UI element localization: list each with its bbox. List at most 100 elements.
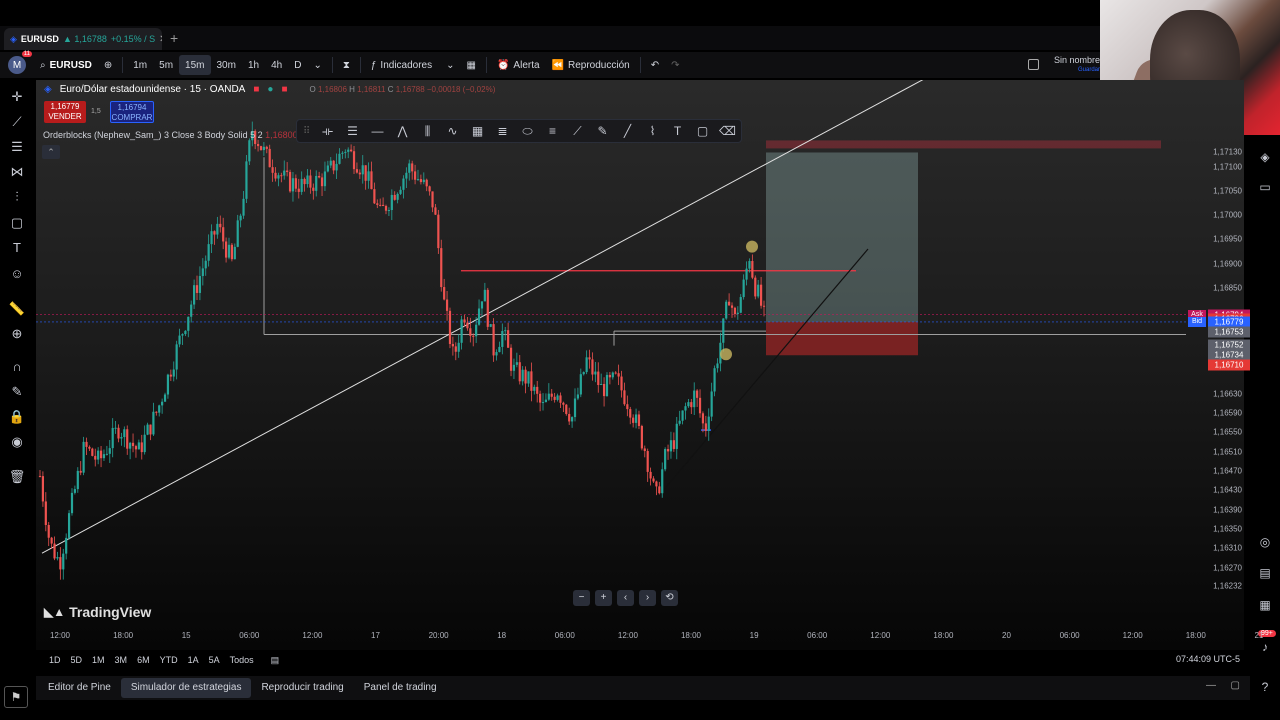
candle-body [364,165,367,181]
chart-pane[interactable] [36,80,1244,650]
new-tab-button[interactable]: + [170,30,178,46]
projection-icon[interactable]: ⫶ [8,188,26,206]
brush-icon[interactable]: ⟋ [565,121,590,141]
calendar-icon[interactable]: ▤ [1256,564,1274,582]
bottom-tab-1[interactable]: Simulador de estrategias [120,678,252,698]
grip-icon[interactable]: ⠿ [303,126,315,137]
range-1a[interactable]: 1A [183,655,204,665]
range-3m[interactable]: 3M [110,655,133,665]
interval-1h[interactable]: 1h [242,55,265,75]
range-1d[interactable]: 1D [44,655,66,665]
templates-button[interactable]: ▦ [461,55,482,75]
bottom-tab-0[interactable]: Editor de Pine [38,678,121,698]
text-icon[interactable]: T [8,239,26,257]
legend-collapse-button[interactable]: ⌃ [42,145,60,159]
line-icon[interactable]: ╱ [615,121,640,141]
clock[interactable]: 07:44:09 UTC-5 [1176,654,1240,664]
eye-icon[interactable]: ◉ [8,433,26,451]
replay-button[interactable]: ⏪ Reproducción [546,55,636,75]
bell-icon[interactable]: ♪ [1256,638,1274,656]
grid-icon[interactable]: ▦ [1256,596,1274,614]
calendar-range-icon[interactable]: ▤ [271,655,280,666]
range-1m[interactable]: 1M [87,655,110,665]
path-icon[interactable]: ⌇ [640,121,665,141]
interval-D[interactable]: D [288,55,307,75]
layout-save[interactable]: Guardar [1028,65,1100,75]
horizontal-line-icon[interactable]: — [365,121,390,141]
zigzag-icon[interactable]: ⋀ [390,121,415,141]
help-icon[interactable]: ? [1256,678,1274,696]
interval-1m[interactable]: 1m [127,55,153,75]
range-6m[interactable]: 6M [132,655,155,665]
lock-icon[interactable]: 🔒 [8,408,26,426]
object-tree-button[interactable]: ⚑ [4,686,28,708]
scroll-right-button[interactable]: › [639,590,656,606]
channel-icon[interactable]: ≣ [490,121,515,141]
indicators-button[interactable]: ƒ Indicadores ⌄ [365,55,461,75]
lock-drawing-icon[interactable]: ✎ [8,383,26,401]
redo-button[interactable]: ↷ [665,55,685,75]
avatar[interactable]: M 11 [8,51,32,74]
indicators-label: Indicadores [380,59,433,71]
rectangle-icon[interactable]: ▢ [690,121,715,141]
zoom-icon[interactable]: ⊕ [8,325,26,343]
pen-icon[interactable]: ✎ [590,121,615,141]
fib-lines-icon[interactable]: ≡ [540,121,565,141]
time-axis[interactable]: 12:00 18:00 15 06:00 12:00 17 20:00 18 06:00 12:0… [36,626,1263,648]
ellipse-icon[interactable]: ⬭ [515,121,540,141]
ruler-icon[interactable]: 📏 [8,300,26,318]
zoom-in-button[interactable]: + [595,590,612,606]
interval-15m[interactable]: 15m [179,55,211,75]
reset-chart-button[interactable]: ⟲ [661,590,678,606]
scroll-left-button[interactable]: ‹ [617,590,634,606]
tradingview-logo[interactable]: ◣▲ TradingView [44,604,151,620]
interval-30m[interactable]: 30m [211,55,242,75]
buy-button[interactable]: 1,16794 COMPRAR [110,101,154,123]
range-ytd[interactable]: YTD [155,655,183,665]
maximize-icon[interactable]: ▢ [1231,680,1240,691]
zoom-out-button[interactable]: − [573,590,590,606]
grid-tool-icon[interactable]: ▦ [465,121,490,141]
range-todos[interactable]: Todos [225,655,259,665]
range-5d[interactable]: 5D [66,655,88,665]
indicator-legend[interactable]: Orderblocks (Nephew_Sam_) 3 Close 3 Body… [43,130,298,140]
chart-type-button[interactable]: ⧗ [337,55,356,75]
horizontal-ray-icon[interactable]: ☰ [340,121,365,141]
bottom-tab-2[interactable]: Reproducir trading [251,678,353,698]
text-tool-icon[interactable]: T [665,121,690,141]
interval-dropdown[interactable]: ⌄ [307,55,327,75]
bottom-tab-3[interactable]: Panel de trading [354,678,447,698]
cross-line-icon[interactable]: ⟛ [315,121,340,141]
fib-icon[interactable]: ☰ [8,138,26,156]
target-icon[interactable]: ◎ [1256,533,1274,551]
range-5a[interactable]: 5A [204,655,225,665]
pattern-icon[interactable]: ⋈ [8,163,26,181]
legend-title[interactable]: Euro/Dólar estadounidense · 15 · OANDA [60,84,246,95]
compare-button[interactable]: ⊕ [98,55,118,75]
layers-icon[interactable]: ◈ [1256,148,1274,166]
undo-button[interactable]: ↶ [645,55,665,75]
symbol-search[interactable]: ⌕ EURUSD [34,55,98,75]
tab-close-icon[interactable]: ✕ [159,34,162,45]
candle-body [443,287,446,300]
trendline-icon[interactable]: ⟋ [8,113,26,131]
shapes-icon[interactable]: ▢ [8,214,26,232]
interval-5m[interactable]: 5m [153,55,179,75]
magnet-icon[interactable]: ∩ [8,358,26,376]
trash-icon[interactable]: 🗑 [8,468,26,486]
chart-canvas[interactable] [36,80,1244,650]
emoji-icon[interactable]: ☺ [8,265,26,283]
minimize-icon[interactable]: — [1206,680,1216,691]
layout-name[interactable]: Sin nombre Guardar [1028,55,1100,77]
interval-4h[interactable]: 4h [265,55,288,75]
time-label: 12:00 [49,631,71,640]
eraser-icon[interactable]: ⌫ [715,121,740,141]
crosshair-icon[interactable]: ✛ [8,88,26,106]
sell-button[interactable]: 1,16779 VENDER [44,101,86,123]
chat-icon[interactable]: ▭ [1256,178,1274,196]
bars-pattern-icon[interactable]: ⫼ [415,121,440,141]
browser-tab[interactable]: ◈ EURUSD ▲ 1,16788 +0.15% / S ✕ [4,28,162,50]
wave-icon[interactable]: ∿ [440,121,465,141]
alert-button[interactable]: ⏰ Alerta [491,55,546,75]
price-scale[interactable]: 1,17130 1,17100 1,17050 1,17000 1,16950 1,169… [1186,80,1250,650]
